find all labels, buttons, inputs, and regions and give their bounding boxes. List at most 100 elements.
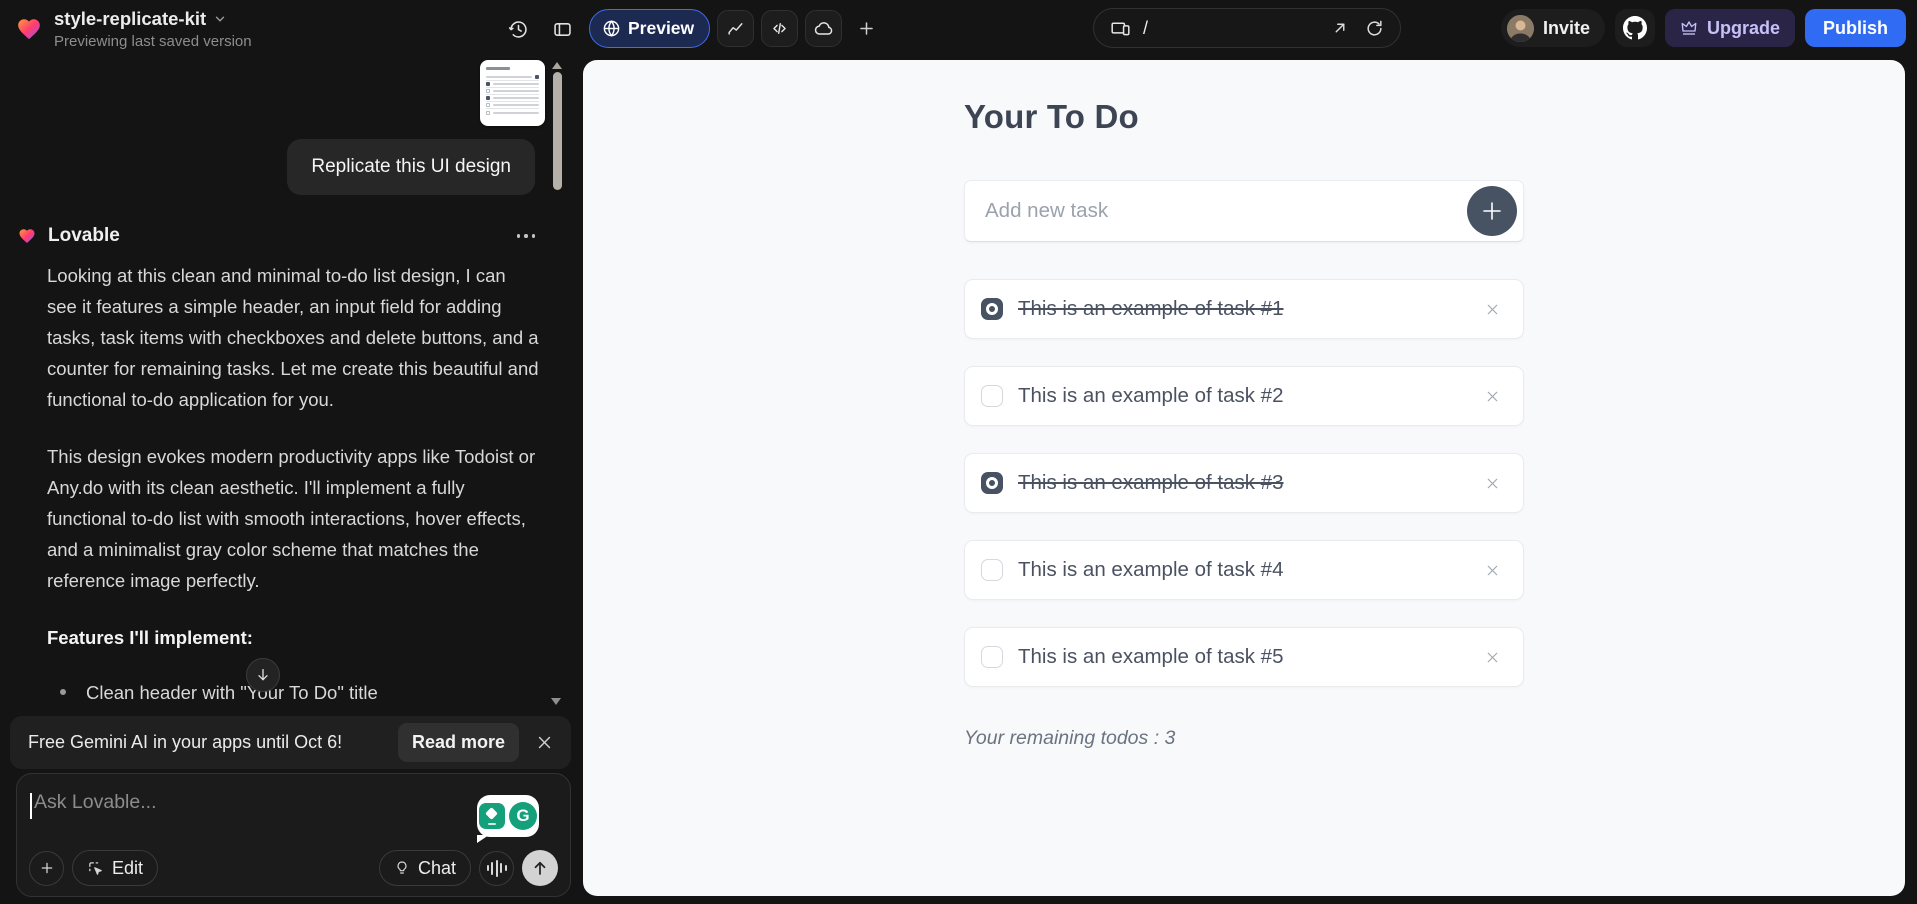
- line-chart-icon: [726, 19, 745, 38]
- text-caret: [30, 793, 32, 819]
- publish-button[interactable]: Publish: [1805, 9, 1906, 47]
- chat-sidebar: Replicate this UI design Lovable Looking…: [0, 57, 583, 904]
- checkbox-checked[interactable]: [981, 472, 1003, 494]
- grammarly-suggestion-icon: [479, 803, 505, 829]
- assistant-name: Lovable: [48, 225, 120, 247]
- user-message-bubble: Replicate this UI design: [287, 139, 535, 195]
- invite-button[interactable]: Invite: [1501, 9, 1605, 47]
- grammarly-logo-icon: G: [509, 802, 537, 830]
- read-more-button[interactable]: Read more: [398, 723, 519, 762]
- cloud-icon: [814, 19, 834, 39]
- url-bar[interactable]: /: [1093, 8, 1401, 48]
- task-row: This is an example of task #4: [964, 540, 1524, 600]
- project-status: Previewing last saved version: [54, 33, 252, 50]
- panel-icon: [552, 19, 573, 40]
- features-heading: Features I'll implement:: [47, 622, 539, 653]
- chat-mode-button[interactable]: Chat: [379, 850, 471, 886]
- assistant-message: Looking at this clean and minimal to-do …: [47, 260, 539, 708]
- analytics-button[interactable]: [717, 10, 754, 47]
- waveform-icon: [487, 860, 507, 877]
- add-task-button[interactable]: [1467, 186, 1517, 236]
- scroll-to-bottom-button[interactable]: [246, 658, 280, 692]
- assistant-paragraph: This design evokes modern productivity a…: [47, 441, 539, 596]
- chat-scrollbar[interactable]: [553, 72, 562, 190]
- task-label: This is an example of task #1: [1018, 297, 1284, 321]
- cloud-button[interactable]: [805, 10, 842, 47]
- code-icon: [770, 19, 789, 38]
- panel-toggle-button[interactable]: [544, 11, 580, 47]
- preview-button-label: Preview: [628, 18, 694, 39]
- publish-button-label: Publish: [1823, 18, 1888, 39]
- refresh-button[interactable]: [1365, 19, 1384, 38]
- plus-icon: [857, 19, 876, 38]
- attach-button[interactable]: [29, 851, 64, 886]
- history-icon: [508, 19, 529, 40]
- task-row: This is an example of task #2: [964, 366, 1524, 426]
- plus-icon: [39, 860, 55, 876]
- arrow-up-icon: [531, 859, 549, 877]
- avatar: [1507, 15, 1534, 42]
- project-name: style-replicate-kit: [54, 8, 206, 30]
- remaining-todos-text: Your remaining todos : 3: [964, 727, 1524, 750]
- delete-task-button[interactable]: [1480, 558, 1505, 583]
- task-label: This is an example of task #4: [1018, 558, 1284, 582]
- checkbox-unchecked[interactable]: [981, 646, 1003, 668]
- banner-close-button[interactable]: [532, 730, 557, 755]
- bullet-icon: [60, 689, 66, 695]
- history-button[interactable]: [500, 11, 536, 47]
- delete-task-button[interactable]: [1480, 384, 1505, 409]
- task-label: This is an example of task #3: [1018, 471, 1284, 495]
- select-cursor-icon: [87, 860, 104, 877]
- lightbulb-icon: [394, 860, 410, 876]
- task-row: This is an example of task #3: [964, 453, 1524, 513]
- scrollbar-down-arrow[interactable]: [551, 698, 561, 705]
- ask-lovable-input[interactable]: [34, 791, 364, 814]
- voice-input-button[interactable]: [479, 851, 514, 886]
- delete-task-button[interactable]: [1480, 645, 1505, 670]
- chat-composer: G Edit Chat: [16, 773, 571, 897]
- preview-button[interactable]: Preview: [589, 9, 710, 48]
- add-tab-button[interactable]: [849, 12, 883, 46]
- promo-banner-text: Free Gemini AI in your apps until Oct 6!: [28, 732, 342, 753]
- task-label: This is an example of task #5: [1018, 645, 1284, 669]
- url-path[interactable]: /: [1143, 18, 1148, 39]
- chevron-down-icon: [213, 12, 227, 26]
- crown-icon: [1680, 19, 1698, 37]
- invite-button-label: Invite: [1543, 18, 1590, 39]
- promo-banner: Free Gemini AI in your apps until Oct 6!…: [10, 716, 571, 769]
- delete-task-button[interactable]: [1480, 471, 1505, 496]
- send-button[interactable]: [522, 850, 558, 886]
- app-preview-panel: Your To Do This is an example of task #1…: [583, 60, 1905, 896]
- upgrade-button-label: Upgrade: [1707, 18, 1780, 39]
- task-label: This is an example of task #2: [1018, 384, 1284, 408]
- assistant-paragraph: Looking at this clean and minimal to-do …: [47, 260, 539, 415]
- grammarly-widget[interactable]: G: [477, 795, 539, 837]
- close-icon: [1484, 649, 1501, 666]
- github-button[interactable]: [1615, 9, 1655, 47]
- open-in-new-tab-button[interactable]: [1331, 19, 1349, 37]
- chat-button-label: Chat: [418, 858, 456, 879]
- add-task-input[interactable]: [965, 199, 1467, 223]
- globe-icon: [602, 19, 621, 38]
- checkbox-unchecked[interactable]: [981, 559, 1003, 581]
- external-link-icon: [1331, 19, 1349, 37]
- upgrade-button[interactable]: Upgrade: [1665, 9, 1795, 47]
- close-icon: [1484, 388, 1501, 405]
- top-bar: style-replicate-kit Previewing last save…: [0, 0, 1917, 57]
- scrollbar-up-arrow[interactable]: [552, 62, 562, 69]
- project-brand[interactable]: style-replicate-kit Previewing last save…: [16, 8, 252, 50]
- feature-list-item: Clean header with "Your To Do" title: [47, 677, 539, 708]
- app-title: Your To Do: [964, 98, 1524, 136]
- code-button[interactable]: [761, 10, 798, 47]
- message-menu-button[interactable]: [515, 228, 538, 244]
- checkbox-unchecked[interactable]: [981, 385, 1003, 407]
- delete-task-button[interactable]: [1480, 297, 1505, 322]
- arrow-down-icon: [255, 667, 271, 683]
- close-icon: [1484, 301, 1501, 318]
- chat-attachment-thumbnail[interactable]: [480, 60, 545, 126]
- lovable-heart-icon: [18, 227, 36, 245]
- checkbox-checked[interactable]: [981, 298, 1003, 320]
- edit-mode-button[interactable]: Edit: [72, 850, 158, 886]
- task-row: This is an example of task #5: [964, 627, 1524, 687]
- task-list: This is an example of task #1 This is an…: [964, 279, 1524, 687]
